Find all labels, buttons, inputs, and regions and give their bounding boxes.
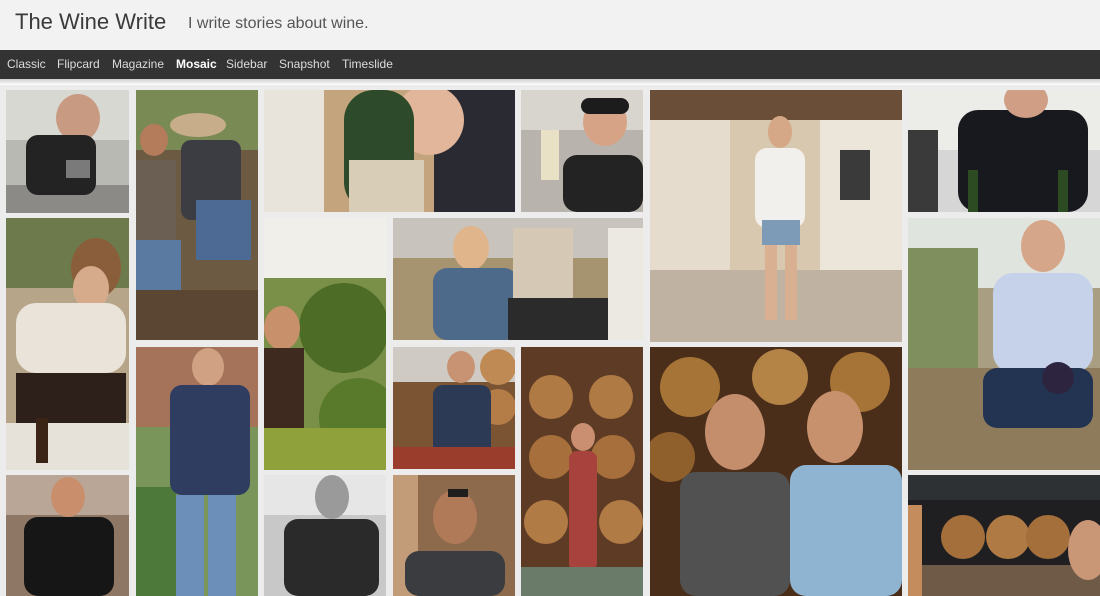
site-description: I write stories about wine.: [188, 15, 369, 32]
post-tile-couple-by-truck[interactable]: [393, 218, 643, 340]
nav-item-mosaic[interactable]: Mosaic: [176, 57, 217, 71]
nav-item-sidebar[interactable]: Sidebar: [226, 57, 267, 71]
nav-item-classic[interactable]: Classic: [7, 57, 46, 71]
post-tile-man-flamingo-shirt[interactable]: [908, 90, 1100, 212]
nav-item-magazine[interactable]: Magazine: [112, 57, 164, 71]
post-tile-two-men-in-cellar[interactable]: [650, 347, 902, 596]
site-title[interactable]: The Wine Write: [15, 9, 166, 35]
post-tile-woman-with-glass[interactable]: [521, 90, 643, 212]
nav-item-snapshot[interactable]: Snapshot: [279, 57, 330, 71]
post-tile-winemaker-stirring[interactable]: [6, 90, 129, 213]
site-header: The Wine Write I write stories about win…: [0, 0, 1100, 50]
post-tile-man-in-plaid-shirt[interactable]: [136, 347, 258, 596]
nav-item-timeslide[interactable]: Timeslide: [342, 57, 393, 71]
post-tile-woman-holding-grapes[interactable]: [908, 218, 1100, 470]
post-tile-man-with-barrels-2[interactable]: [908, 475, 1100, 596]
post-tile-man-in-cellar[interactable]: [6, 475, 129, 596]
post-tile-woman-with-bottle[interactable]: [6, 218, 129, 470]
post-tile-woman-in-overalls[interactable]: [521, 347, 643, 596]
post-tile-man-black-white[interactable]: [264, 475, 386, 596]
nav-item-flipcard[interactable]: Flipcard: [57, 57, 100, 71]
view-switcher-nav: Classic Flipcard Magazine Mosaic Sidebar…: [0, 50, 1100, 79]
post-tile-men-in-vineyard[interactable]: [136, 90, 258, 340]
post-tile-man-smiling[interactable]: [393, 475, 515, 596]
post-tile-man-with-barrels[interactable]: [393, 347, 515, 469]
post-tile-champagne-bottle[interactable]: [264, 90, 515, 212]
mosaic-grid: [0, 85, 1100, 596]
post-tile-woman-in-corridor[interactable]: [650, 90, 902, 342]
post-tile-woman-in-vines[interactable]: [264, 218, 386, 470]
